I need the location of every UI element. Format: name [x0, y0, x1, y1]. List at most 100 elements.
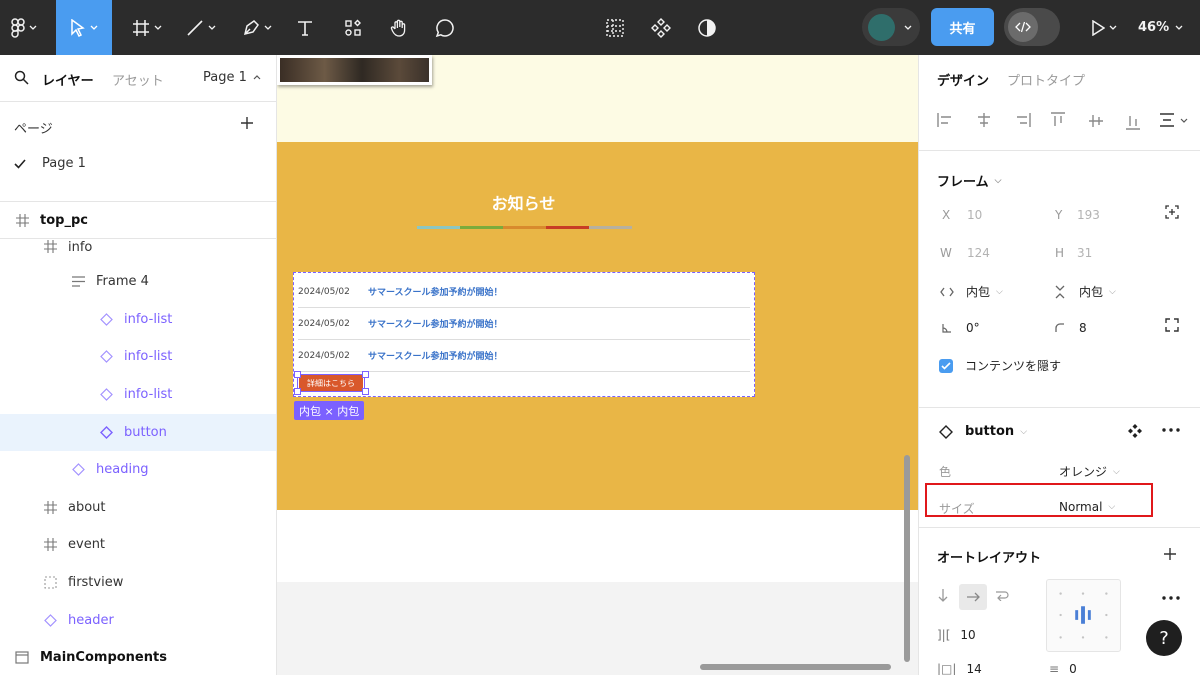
share-button[interactable]: 共有 [931, 8, 994, 46]
layer-label: info-list [124, 387, 173, 402]
resize-handle[interactable] [294, 388, 301, 395]
layer-info-list[interactable]: info-list [0, 376, 276, 413]
constraints-button[interactable] [1165, 205, 1179, 219]
add-autolayout-button[interactable] [1163, 547, 1177, 561]
main-menu-button[interactable] [0, 0, 48, 55]
layer-frame-4[interactable]: Frame 4 [0, 263, 276, 300]
distribute-button[interactable] [1159, 112, 1188, 128]
page-icon [12, 651, 32, 664]
layer-header[interactable]: header [0, 602, 276, 639]
chevron-down-icon: ⌵ [1109, 286, 1116, 297]
dev-mode-toggle[interactable] [1004, 8, 1060, 46]
direction-horizontal-button[interactable] [959, 584, 987, 610]
w-field[interactable]: W 124 [940, 246, 990, 260]
component-button[interactable] [646, 0, 676, 55]
layer-maincomponents[interactable]: MainComponents [0, 639, 276, 675]
design-canvas[interactable]: お知らせ 2024/05/02 サマースクール参加予約が開始！ 2024/05/… [277, 55, 918, 675]
layer-top-pc[interactable]: top_pc [0, 202, 276, 239]
go-to-main-component-button[interactable] [1128, 424, 1142, 438]
direction-vertical-button[interactable] [937, 588, 949, 602]
layer-firstview[interactable]: firstview [0, 564, 276, 601]
align-bottom-icon [1126, 116, 1140, 130]
layer-info[interactable]: info [0, 240, 276, 262]
x-label: X [942, 208, 951, 222]
present-button[interactable] [1084, 0, 1124, 55]
add-page-button[interactable] [240, 116, 254, 130]
clip-content-checkbox[interactable]: コンテンツを隠す [939, 357, 1061, 374]
alignment-grid[interactable] [1046, 579, 1121, 652]
size-badge: 内包 × 内包 [294, 401, 365, 420]
layer-event[interactable]: event [0, 526, 276, 563]
text-tool-button[interactable] [290, 0, 320, 55]
move-tool-button[interactable] [56, 0, 112, 55]
line-tool-button[interactable] [178, 0, 224, 55]
padding-h-field[interactable]: |□| 14 [937, 662, 982, 675]
align-left-button[interactable] [937, 112, 955, 128]
tab-prototype[interactable]: プロトタイプ [1007, 70, 1085, 89]
heading-underline-segment [546, 226, 589, 229]
align-center-v-button[interactable] [1088, 112, 1104, 130]
align-top-button[interactable] [1050, 112, 1066, 130]
size-highlight-box [925, 483, 1153, 517]
layer-about[interactable]: about [0, 489, 276, 526]
resize-handle[interactable] [362, 371, 369, 378]
horizontal-scrollbar[interactable] [700, 664, 891, 670]
frame-tool-button[interactable] [124, 0, 170, 55]
zoom-menu[interactable]: 46% [1138, 0, 1183, 55]
autolayout-more-button[interactable] [1162, 596, 1180, 600]
independent-corners-button[interactable] [1165, 318, 1179, 332]
vertical-scrollbar[interactable] [904, 455, 910, 662]
news-item[interactable]: 2024/05/02 サマースクール参加予約が開始！ [298, 308, 750, 340]
height-mode-dropdown[interactable]: 内包 ⌵ [1055, 283, 1116, 300]
resources-button[interactable] [338, 0, 368, 55]
instance-name-dropdown[interactable]: button ⌵ [939, 424, 1027, 439]
layer-info-list[interactable]: info-list [0, 338, 276, 375]
layer-info-list[interactable]: info-list [0, 301, 276, 338]
direction-wrap-button[interactable] [995, 589, 1009, 601]
comment-tool-button[interactable] [430, 0, 460, 55]
padding-v-field[interactable]: ≡ 0 [1049, 662, 1077, 675]
resize-handle[interactable] [362, 388, 369, 395]
y-label: Y [1055, 208, 1063, 222]
chevron-down-icon: ⌵ [1020, 426, 1028, 437]
x-field[interactable]: X 10 [942, 208, 982, 222]
canvas-section-white [277, 510, 918, 582]
page-switcher[interactable]: Page 1 [203, 70, 261, 85]
layout-grid-button[interactable] [600, 0, 630, 55]
hand-tool-button[interactable] [384, 0, 414, 55]
align-bottom-button[interactable] [1125, 112, 1141, 130]
align-center-h-button[interactable] [975, 112, 993, 128]
user-menu[interactable] [862, 8, 920, 46]
align-center-h-icon [978, 113, 990, 127]
align-right-button[interactable] [1013, 112, 1031, 128]
radius-field[interactable]: 8 [1055, 321, 1087, 335]
rotation-field[interactable]: 0° [942, 321, 980, 335]
search-layers-button[interactable] [14, 70, 29, 85]
color-value: オレンジ [1059, 465, 1108, 479]
resize-handle[interactable] [294, 371, 301, 378]
gap-field[interactable]: ]|[ 10 [937, 628, 976, 642]
instance-icon [939, 424, 953, 439]
tab-design[interactable]: デザイン [937, 70, 989, 89]
page-item-page-1[interactable]: Page 1 [14, 156, 86, 171]
chevron-down-icon [154, 25, 162, 30]
contrast-button[interactable] [692, 0, 722, 55]
layer-heading[interactable]: heading [0, 451, 276, 488]
instance-icon [96, 350, 116, 363]
pen-tool-button[interactable] [234, 0, 280, 55]
width-mode-dropdown[interactable]: 内包 ⌵ [940, 283, 1003, 300]
frame-dropdown[interactable]: フレーム ⌵ [937, 171, 1001, 190]
y-field[interactable]: Y 193 [1055, 208, 1100, 222]
help-button[interactable]: ? [1146, 620, 1182, 656]
layer-button[interactable]: button [0, 414, 276, 451]
tab-layers[interactable]: レイヤー [42, 70, 94, 89]
color-property-dropdown[interactable]: オレンジ ⌵ [1059, 463, 1120, 480]
news-text: サマースクール参加予約が開始！ [368, 288, 503, 298]
arrow-right-icon [967, 592, 980, 602]
tab-assets[interactable]: アセット [112, 70, 164, 89]
h-field[interactable]: H 31 [1055, 246, 1092, 260]
news-item[interactable]: 2024/05/02 サマースクール参加予約が開始！ [298, 340, 750, 372]
chevron-down-icon [29, 25, 37, 30]
more-options-button[interactable] [1162, 428, 1180, 432]
news-item[interactable]: 2024/05/02 サマースクール参加予約が開始！ [298, 276, 750, 308]
